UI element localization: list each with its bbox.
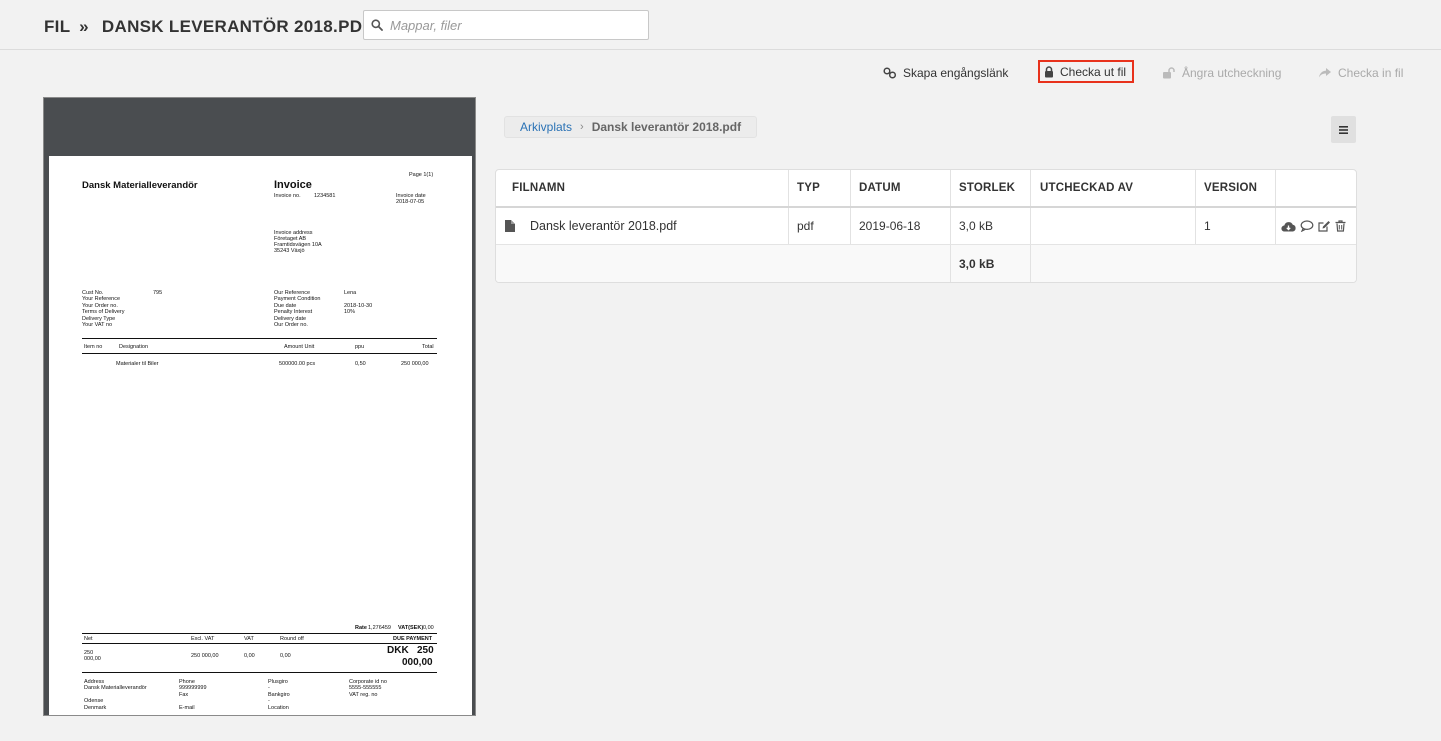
file-table: FILNAMN TYP DATUM STORLEK UTCHECKAD AV V… [495,169,1357,283]
invoice-net-label: Net [84,636,93,642]
row-actions [1281,220,1346,232]
invoice-due-payment-label: DUE PAYMENT [393,636,433,642]
top-bar: FIL » DANSK LEVERANTÖR 2018.PDF [0,0,1441,50]
invoice-footer-address: Address Dansk Materialleverandör Odense … [84,679,147,711]
edit-icon[interactable] [1318,220,1331,232]
comment-icon[interactable] [1300,220,1314,232]
undo-checkout-button[interactable]: Ångra utcheckning [1162,63,1281,83]
checkin-file-button[interactable]: Checka in fil [1318,63,1403,83]
file-date-cell: 2019-06-18 [859,219,921,233]
invoice-page-number: Page 1(1) [409,172,434,178]
search-box[interactable] [363,10,649,40]
column-header-checked-out-by[interactable]: UTCHECKAD AV [1040,170,1133,206]
create-onetime-link-label: Skapa engångslänk [903,66,1009,80]
invoice-right-values: Lena 2018-10-30 10% [344,290,373,316]
invoice-date-value: 2018-07-05 [396,199,425,205]
invoice-page: Page 1(1) Dansk Materialleverandör Invoi… [49,156,472,715]
file-name-cell[interactable]: Dansk leverantör 2018.pdf [530,208,677,244]
invoice-col-designation: Designation [119,344,149,350]
invoice-line-amount: 500000.00 pcs [279,361,316,367]
invoice-line-designation: Materialer til Biler [116,361,159,367]
total-size-cell: 3,0 kB [959,257,995,271]
invoice-due-amount-rest: 000,00 [402,657,433,668]
page-title: FIL » DANSK LEVERANTÖR 2018.PDF [44,17,373,37]
column-header-version[interactable]: VERSION [1204,170,1257,206]
search-input[interactable] [390,16,640,34]
invoice-cust-no: 795 [153,290,163,296]
invoice-round-off-value: 0,00 [280,653,291,659]
invoice-footer-corporate: Corporate id no 5555-555555 VAT reg. no [349,679,387,698]
share-arrow-icon [1319,68,1331,78]
file-type-cell: pdf [797,219,814,233]
invoice-excl-vat-value: 250 000,00 [191,653,219,659]
breadcrumb-root-link[interactable]: Arkivplats [520,120,572,134]
checkout-file-button[interactable]: Checka ut fil [1038,60,1135,83]
table-row[interactable]: Dansk leverantör 2018.pdf pdf 2019-06-18… [496,208,1356,245]
menu-button[interactable] [1331,116,1356,143]
breadcrumb: Arkivplats › Dansk leverantör 2018.pdf [504,116,758,138]
invoice-col-amount: Amount Unit [284,344,315,350]
invoice-rule [82,672,437,673]
invoice-vat-sek-label: VAT(SEK) [398,625,424,631]
column-header-size[interactable]: STORLEK [959,170,1015,206]
breadcrumb-current: Dansk leverantör 2018.pdf [591,120,742,134]
search-icon [371,19,383,31]
title-separator: » [79,17,89,36]
invoice-vat-value: 0,00 [244,653,255,659]
invoice-col-total: Total [422,344,434,350]
table-header-row: FILNAMN TYP DATUM STORLEK UTCHECKAD AV V… [496,170,1356,208]
table-footer-row: 3,0 kB [496,245,1356,282]
invoice-round-off-label: Round off [280,636,304,642]
invoice-rate-value: 1,276459 [368,625,391,631]
invoice-footer-phone: Phone 999999999 Fax E-mail [179,679,207,711]
invoice-due-amount: DKK 250 [387,645,434,656]
invoice-no-value: 1234581 [314,193,336,199]
cloud-download-icon[interactable] [1281,221,1296,232]
column-header-type[interactable]: TYP [797,170,820,206]
invoice-rule [82,633,437,634]
file-title: DANSK LEVERANTÖR 2018.PDF [101,17,373,36]
invoice-col-item: Item no [84,344,103,350]
invoice-no-label: Invoice no. [274,193,301,199]
invoice-rate-label: Rate [355,625,367,631]
invoice-title: Invoice [274,179,312,191]
column-header-filename[interactable]: FILNAMN [512,170,565,206]
file-icon [505,208,515,244]
file-size-cell: 3,0 kB [959,219,994,233]
invoice-footer-giro: Plusgiro - Bankgiro - Location [268,679,290,711]
invoice-left-labels: Cust No. Your Reference Your Order no. T… [82,290,125,329]
column-header-date[interactable]: DATUM [859,170,901,206]
breadcrumb-separator: › [580,121,584,133]
hamburger-menu-icon [1339,125,1348,134]
invoice-vat-label: VAT [244,636,254,642]
invoice-address-line3: 35243 Växjö [274,248,305,254]
invoice-net-value: 250 000,00 [84,650,101,663]
file-version-cell: 1 [1204,219,1211,233]
invoice-line-ppu: 0,50 [355,361,366,367]
invoice-col-ppu: ppu [355,344,365,350]
unlock-icon [1163,67,1175,79]
invoice-excl-vat-label: Excl. VAT [191,636,215,642]
invoice-right-labels: Our Reference Payment Condition Due date… [274,290,321,329]
undo-checkout-label: Ångra utcheckning [1182,66,1282,80]
invoice-rule [82,338,437,339]
pdf-preview[interactable]: Page 1(1) Dansk Materialleverandör Invoi… [43,97,476,716]
invoice-rule [82,643,437,644]
invoice-line-total: 250 000,00 [401,361,429,367]
lock-icon [1045,65,1053,77]
invoice-vat-sek-value: 0,00 [423,625,434,631]
create-onetime-link-button[interactable]: Skapa engångslänk [883,63,1008,83]
checkout-file-label: Checka ut fil [1060,64,1127,79]
checkin-file-label: Checka in fil [1338,66,1404,80]
invoice-rule [82,353,437,354]
invoice-company: Dansk Materialleverandör [82,180,198,191]
trash-icon[interactable] [1335,220,1346,232]
link-icon [883,67,897,79]
section-label: FIL [44,17,71,36]
